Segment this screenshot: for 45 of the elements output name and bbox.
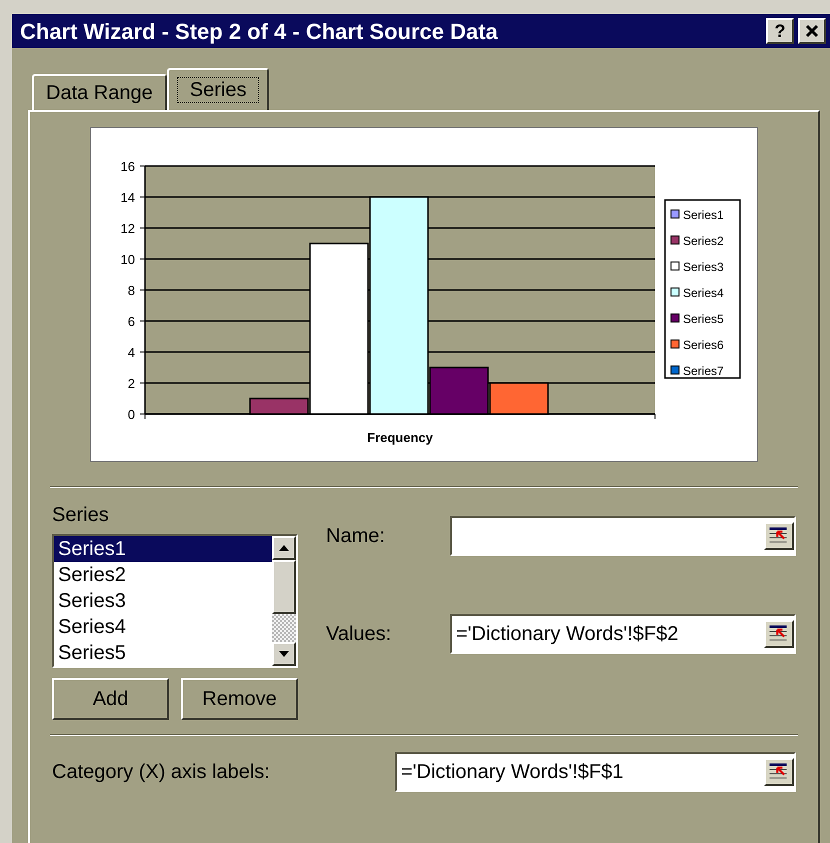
legend-label: Series5 bbox=[683, 312, 724, 326]
tick-label: 6 bbox=[128, 314, 135, 329]
field-label: Values: bbox=[326, 622, 392, 647]
legend-label: Series2 bbox=[683, 234, 724, 248]
list-item[interactable]: Series2 bbox=[54, 562, 272, 588]
range-select-icon[interactable] bbox=[764, 620, 794, 648]
close-icon bbox=[805, 24, 819, 38]
list-item[interactable]: Series4 bbox=[54, 614, 272, 640]
scrollbar[interactable] bbox=[272, 536, 296, 666]
category-axis-label: Category (X) axis labels: bbox=[52, 760, 271, 785]
remove-button[interactable]: Remove bbox=[181, 678, 298, 720]
series-listbox[interactable]: Series1 Series2 Series3 Series4 Series5 bbox=[52, 534, 298, 668]
scroll-down-icon[interactable] bbox=[279, 651, 289, 657]
tab[interactable]: Data Range bbox=[32, 74, 167, 110]
name-field[interactable] bbox=[450, 516, 796, 556]
scroll-thumb[interactable] bbox=[272, 560, 296, 614]
tick-label: 2 bbox=[128, 376, 135, 391]
tick-label: 14 bbox=[120, 190, 135, 205]
field-label: Name: bbox=[326, 524, 386, 549]
close-button[interactable] bbox=[798, 18, 826, 44]
list-item[interactable]: Series1 bbox=[54, 536, 272, 562]
tick-label: 16 bbox=[120, 159, 135, 174]
list-item[interactable]: Series3 bbox=[54, 588, 272, 614]
category-label: Frequency bbox=[367, 430, 433, 445]
legend-label: Series6 bbox=[683, 338, 724, 352]
range-select-icon[interactable] bbox=[764, 522, 794, 550]
category-axis-field[interactable]: ='Dictionary Words'!$F$1 bbox=[395, 752, 796, 792]
legend-label: Series7 bbox=[683, 364, 724, 378]
tick-label: 8 bbox=[128, 283, 135, 298]
tick-label: 10 bbox=[120, 252, 135, 267]
tab[interactable]: Series bbox=[166, 68, 270, 110]
legend-label: Series1 bbox=[683, 208, 724, 222]
series-label: Series bbox=[52, 503, 109, 528]
scroll-up-icon[interactable] bbox=[279, 545, 289, 551]
legend-label: Series3 bbox=[683, 260, 724, 274]
tick-label: 12 bbox=[120, 221, 135, 236]
tick-label: 0 bbox=[128, 407, 135, 422]
legend-label: Series4 bbox=[683, 286, 724, 300]
add-button[interactable]: Add bbox=[52, 678, 169, 720]
window-title: Chart Wizard - Step 2 of 4 - Chart Source Data bbox=[20, 18, 499, 46]
help-button[interactable]: ? bbox=[766, 18, 794, 44]
range-select-icon[interactable] bbox=[764, 758, 794, 786]
values-field[interactable]: ='Dictionary Words'!$F$2 bbox=[450, 614, 796, 654]
list-item[interactable]: Series5 bbox=[54, 640, 272, 666]
tick-label: 4 bbox=[128, 345, 135, 360]
